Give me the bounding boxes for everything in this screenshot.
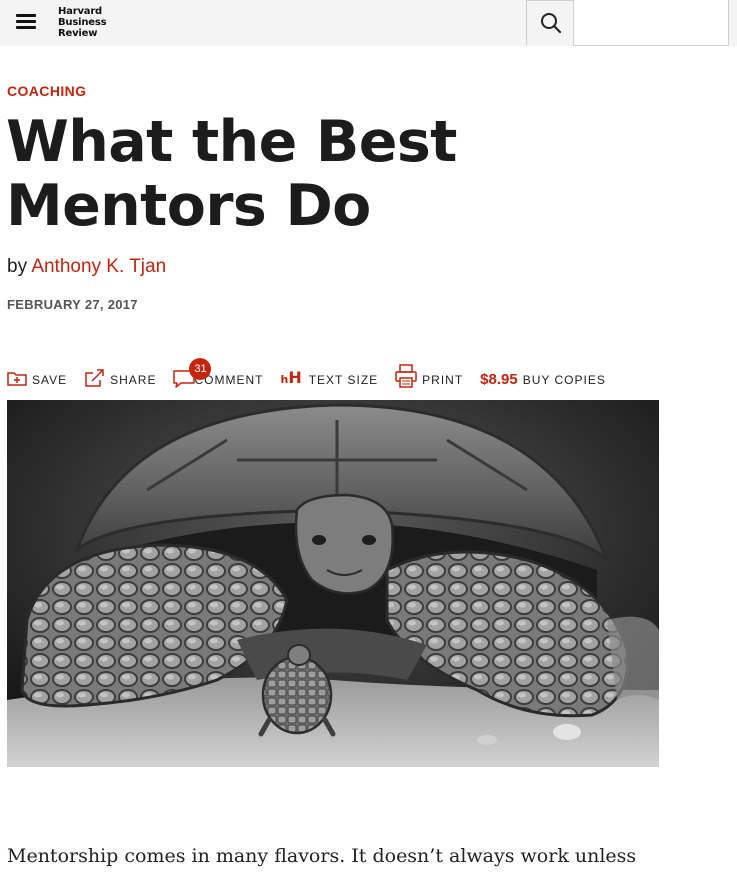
top-bar: Harvard Business Review xyxy=(0,0,737,46)
logo-line-2: Business xyxy=(58,17,107,28)
byline: by Anthony K. Tjan xyxy=(7,256,166,278)
hamburger-menu-icon[interactable] xyxy=(16,14,36,32)
text-size-icon: hH xyxy=(280,368,302,387)
text-size-label: TEXT SIZE xyxy=(308,373,379,387)
logo-line-1: Harvard xyxy=(58,6,103,17)
save-button[interactable]: SAVE xyxy=(7,368,67,388)
article-title: What the Best Mentors Do xyxy=(6,109,457,239)
search-input[interactable] xyxy=(573,0,729,46)
author-link[interactable]: Anthony K. Tjan xyxy=(31,256,166,277)
share-icon xyxy=(85,369,104,387)
price-label: $8.95 xyxy=(480,371,518,388)
print-icon xyxy=(395,364,417,388)
section-tag-link[interactable]: COACHING xyxy=(7,83,86,99)
comment-button[interactable]: 31 COMMENT xyxy=(173,358,263,388)
byline-prefix: by xyxy=(7,256,28,277)
logo-line-3: Review xyxy=(58,28,98,39)
article-lede: Mentorship comes in many flavors. It doe… xyxy=(7,845,637,867)
print-button[interactable]: PRINT xyxy=(395,364,463,388)
publish-date: FEBRUARY 27, 2017 xyxy=(7,297,138,312)
search-icon xyxy=(541,13,562,34)
text-size-button[interactable]: hH TEXT SIZE xyxy=(280,370,378,388)
buy-copies-label: BUY COPIES xyxy=(522,373,606,387)
save-icon xyxy=(7,372,27,386)
save-label: SAVE xyxy=(32,373,68,387)
tortoise-photo xyxy=(7,400,659,767)
share-button[interactable]: SHARE xyxy=(84,368,156,388)
article-toolbar: SAVE SHARE 31 COMMENT hH TEXT SIZE PRINT… xyxy=(7,358,606,388)
hbr-logo[interactable]: Harvard Business Review xyxy=(58,6,107,39)
buy-copies-button[interactable]: $8.95 BUY COPIES xyxy=(480,372,606,388)
share-label: SHARE xyxy=(110,373,157,387)
search-button[interactable] xyxy=(526,0,574,46)
print-label: PRINT xyxy=(422,373,464,387)
hero-image xyxy=(7,400,659,767)
